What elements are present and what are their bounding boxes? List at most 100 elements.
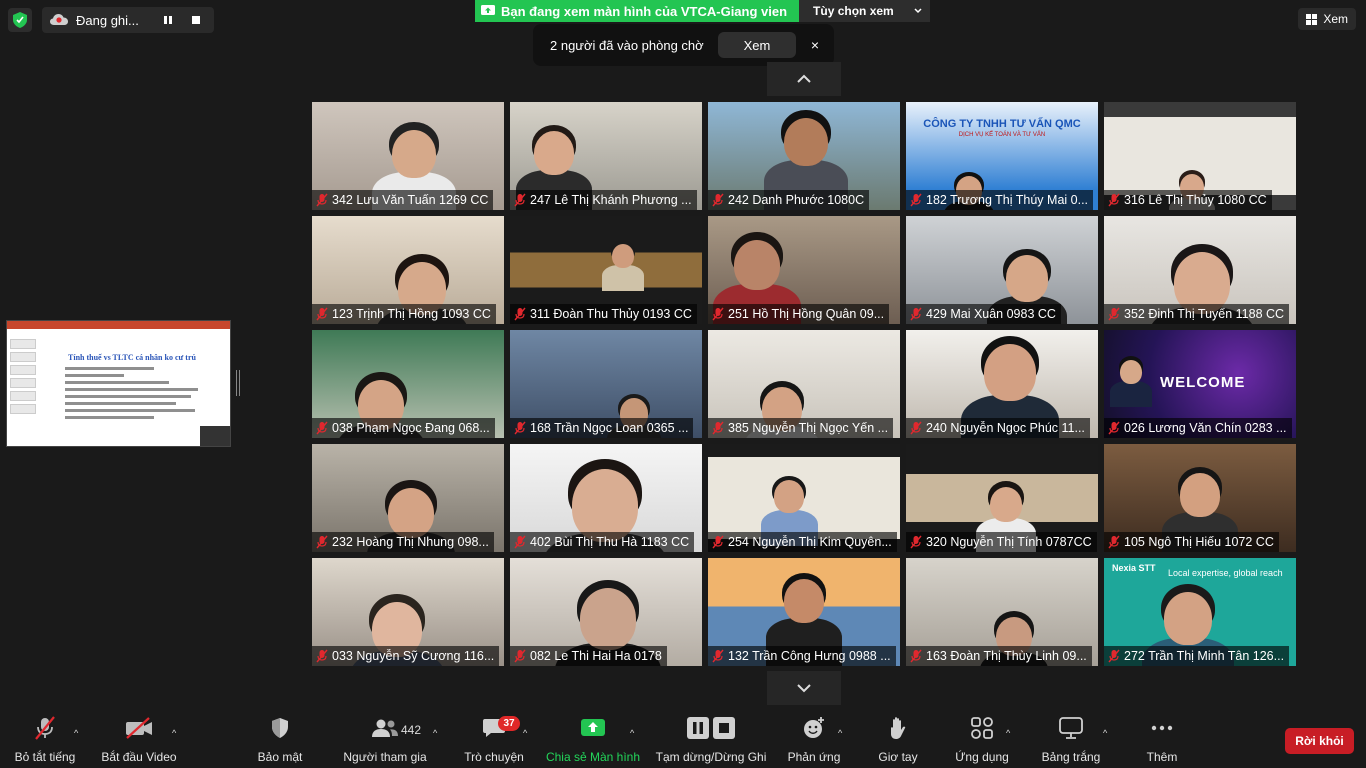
participant-name: 352 Đinh Thị Tuyến 1188 CC bbox=[1124, 307, 1285, 321]
pause-recording-button[interactable] bbox=[158, 10, 178, 30]
participant-tile[interactable]: WELCOME 026 Lương Văn Chín 0283 ... bbox=[1104, 330, 1296, 438]
participant-name-label: 402 Bùi Thị Thu Hà 1183 CC bbox=[510, 532, 695, 552]
welcome-background-text: WELCOME bbox=[1160, 374, 1246, 391]
participants-options-caret[interactable]: ^ bbox=[433, 728, 437, 738]
participant-name-label: 385 Nguyễn Thị Ngọc Yến ... bbox=[708, 418, 894, 438]
participant-name: 026 Lương Văn Chín 0283 ... bbox=[1124, 421, 1287, 435]
recording-indicator: Đang ghi... bbox=[42, 7, 214, 33]
participant-tile[interactable]: 240 Nguyễn Ngọc Phúc 11... bbox=[906, 330, 1098, 438]
participant-name: 038 Phạm Ngọc Đang 068... bbox=[332, 421, 490, 435]
start-video-button[interactable]: Bắt đầu Video bbox=[101, 712, 177, 768]
security-button[interactable]: Bảo mật bbox=[250, 712, 310, 768]
participant-tile[interactable]: 342 Lưu Văn Tuấn 1269 CC bbox=[312, 102, 504, 210]
leave-button[interactable]: Rời khỏi bbox=[1285, 728, 1354, 754]
participant-name-label: 247 Lê Thị Khánh Phương ... bbox=[510, 190, 697, 210]
stop-icon bbox=[192, 16, 200, 24]
chat-button[interactable]: 37 Trò chuyện bbox=[463, 712, 525, 768]
pause-stop-recording-button[interactable]: Tạm dừng/Dừng Ghi bbox=[654, 712, 768, 768]
participant-tile[interactable]: CÔNG TY TNHH TƯ VẤN QMC DỊCH VỤ KẾ TOÁN V… bbox=[906, 102, 1098, 210]
qmc-banner-subtitle: DỊCH VỤ KẾ TOÁN VÀ TƯ VẤN bbox=[958, 132, 1046, 138]
participant-name-label: 123 Trịnh Thị Hồng 1093 CC bbox=[312, 304, 496, 324]
share-screen-label: Chia sẻ Màn hình bbox=[545, 750, 641, 764]
chat-unread-badge: 37 bbox=[498, 716, 520, 731]
mic-muted-icon bbox=[514, 535, 526, 549]
participant-name: 168 Trần Ngọc Loan 0365 ... bbox=[530, 421, 689, 435]
participant-tile[interactable]: 105 Ngô Thị Hiếu 1072 CC bbox=[1104, 444, 1296, 552]
participant-name-label: 272 Trần Thị Minh Tân 126... bbox=[1104, 646, 1290, 666]
mic-muted-icon bbox=[1108, 535, 1120, 549]
view-options-dropdown[interactable]: Tùy chọn xem bbox=[799, 0, 930, 22]
participant-name: 105 Ngô Thị Hiếu 1072 CC bbox=[1124, 535, 1274, 549]
participant-tile[interactable]: 232 Hoàng Thị Nhung 098... bbox=[312, 444, 504, 552]
participant-tile[interactable]: 123 Trịnh Thị Hồng 1093 CC bbox=[312, 216, 504, 324]
raise-hand-button[interactable]: Giơ tay bbox=[870, 712, 926, 768]
mic-muted-icon bbox=[712, 535, 724, 549]
apps-button[interactable]: Ứng dụng bbox=[950, 712, 1014, 768]
participant-body bbox=[1110, 381, 1152, 408]
unmute-button[interactable]: Bỏ tắt tiếng bbox=[14, 712, 76, 768]
whiteboard-button[interactable]: Bảng trắng bbox=[1040, 712, 1102, 768]
raise-hand-icon bbox=[891, 717, 906, 739]
participant-face bbox=[1164, 591, 1212, 645]
share-screen-button[interactable]: Chia sẻ Màn hình bbox=[546, 712, 640, 768]
waiting-room-notification: 2 người đã vào phòng chờ Xem × bbox=[533, 24, 834, 66]
whiteboard-icon bbox=[1059, 717, 1083, 739]
shared-screen-thumbnail[interactable]: Tính thuế vs TLTC cá nhân ko cư trú bbox=[6, 320, 231, 447]
participant-name: 311 Đoàn Thu Thủy 0193 CC bbox=[530, 307, 692, 321]
participant-tile[interactable]: 033 Nguyễn Sỹ Cương 116... bbox=[312, 558, 504, 666]
reactions-options-caret[interactable]: ^ bbox=[838, 728, 842, 738]
gallery-page-down-button[interactable] bbox=[767, 671, 841, 705]
participant-tile[interactable]: 247 Lê Thị Khánh Phương ... bbox=[510, 102, 702, 210]
stop-recording-button[interactable] bbox=[186, 10, 206, 30]
participant-tile[interactable]: 320 Nguyễn Thị Tính 0787CC bbox=[906, 444, 1098, 552]
participant-tile[interactable]: 132 Trần Công Hưng 0988 ... bbox=[708, 558, 900, 666]
participant-name: 182 Trương Thị Thúy Mai 0... bbox=[926, 193, 1089, 207]
mic-muted-icon bbox=[1108, 421, 1120, 435]
audio-options-caret[interactable]: ^ bbox=[74, 728, 78, 738]
security-shield-icon[interactable] bbox=[8, 8, 32, 32]
participant-name: 385 Nguyễn Thị Ngọc Yến ... bbox=[728, 421, 889, 435]
participant-face bbox=[612, 243, 634, 268]
apps-label: Ứng dụng bbox=[955, 750, 1009, 764]
share-options-caret[interactable]: ^ bbox=[630, 728, 634, 738]
participant-tile[interactable]: 251 Hồ Thị Hồng Quân 09... bbox=[708, 216, 900, 324]
pause-icon bbox=[164, 16, 172, 24]
more-dots-icon bbox=[1151, 725, 1173, 731]
participant-tile[interactable]: 242 Danh Phước 1080C bbox=[708, 102, 900, 210]
participant-tile[interactable]: 429 Mai Xuân 0983 CC bbox=[906, 216, 1098, 324]
participant-tile[interactable]: 254 Nguyễn Thị Kim Quyên... bbox=[708, 444, 900, 552]
whiteboard-options-caret[interactable]: ^ bbox=[1103, 728, 1107, 738]
participant-name-label: 232 Hoàng Thị Nhung 098... bbox=[312, 532, 494, 552]
reactions-button[interactable]: Phản ứng bbox=[786, 712, 842, 768]
apps-options-caret[interactable]: ^ bbox=[1006, 728, 1010, 738]
view-button[interactable]: Xem bbox=[1298, 8, 1356, 30]
participant-tile[interactable]: 082 Le Thi Hai Ha 0178 bbox=[510, 558, 702, 666]
more-label: Thêm bbox=[1146, 750, 1178, 764]
video-options-caret[interactable]: ^ bbox=[172, 728, 176, 738]
participant-tile[interactable]: 038 Phạm Ngọc Đang 068... bbox=[312, 330, 504, 438]
participant-tile[interactable]: 352 Đinh Thị Tuyến 1188 CC bbox=[1104, 216, 1296, 324]
chevron-down-icon bbox=[797, 684, 811, 693]
gallery-page-up-button[interactable] bbox=[767, 62, 841, 96]
mic-muted-icon bbox=[316, 193, 328, 207]
slide-body-text bbox=[65, 367, 213, 423]
share-status: Bạn đang xem màn hình của VTCA-Giang vie… bbox=[475, 0, 800, 22]
participant-tile[interactable]: 168 Trần Ngọc Loan 0365 ... bbox=[510, 330, 702, 438]
chat-options-caret[interactable]: ^ bbox=[523, 728, 527, 738]
pause-icon bbox=[687, 717, 709, 739]
more-button[interactable]: Thêm bbox=[1142, 712, 1182, 768]
participant-face bbox=[1006, 255, 1048, 302]
participants-button[interactable]: Người tham gia bbox=[342, 712, 428, 768]
participant-tile[interactable]: Nexia STT Local expertise, global reach 27… bbox=[1104, 558, 1296, 666]
mic-muted-icon bbox=[1108, 193, 1120, 207]
participant-tile[interactable]: 311 Đoàn Thu Thủy 0193 CC bbox=[510, 216, 702, 324]
mic-muted-icon bbox=[910, 421, 922, 435]
share-screen-icon bbox=[481, 5, 495, 15]
panel-resize-handle[interactable] bbox=[236, 370, 240, 396]
participant-tile[interactable]: 316 Lê Thị Thủy 1080 CC bbox=[1104, 102, 1296, 210]
participant-tile[interactable]: 163 Đoàn Thị Thùy Linh 09... bbox=[906, 558, 1098, 666]
participant-tile[interactable]: 385 Nguyễn Thị Ngọc Yến ... bbox=[708, 330, 900, 438]
close-icon[interactable]: × bbox=[808, 37, 822, 53]
waiting-room-view-button[interactable]: Xem bbox=[718, 32, 796, 58]
participant-tile[interactable]: 402 Bùi Thị Thu Hà 1183 CC bbox=[510, 444, 702, 552]
